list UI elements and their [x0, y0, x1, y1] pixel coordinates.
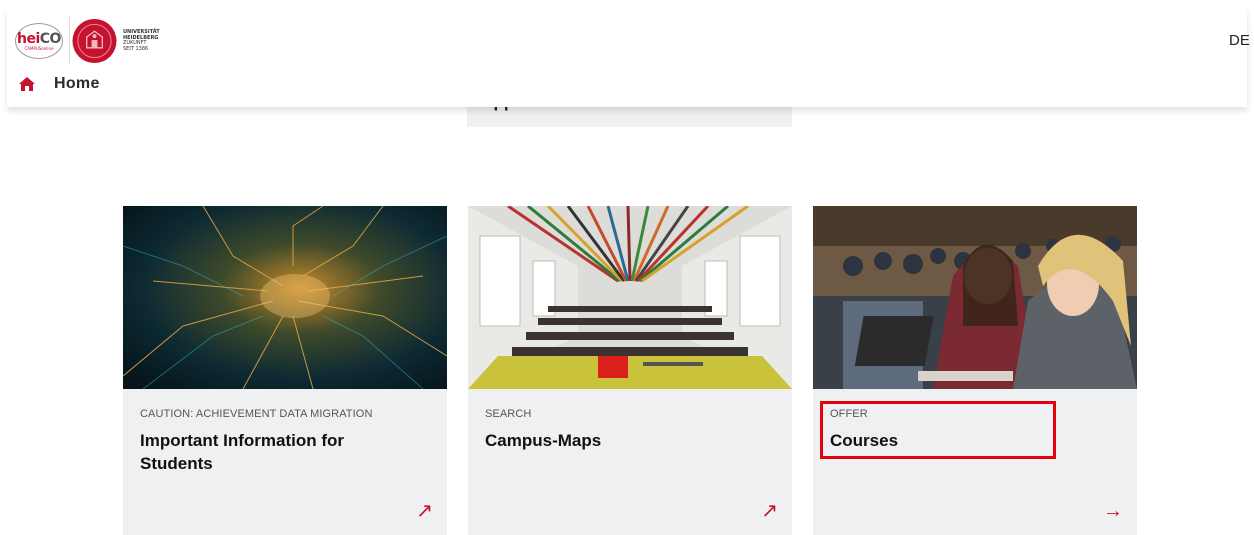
card-courses[interactable]: OFFER Courses → [813, 206, 1137, 535]
card-important-information[interactable]: CAUTION: ACHIEVEMENT DATA MIGRATION Impo… [123, 206, 447, 535]
card-title: Campus-Maps [485, 431, 602, 450]
university-seal [69, 17, 117, 65]
card-kicker: SEARCH [485, 408, 532, 420]
external-link-arrow-icon: ↗ [761, 500, 778, 522]
language-switch[interactable]: DE [1229, 32, 1250, 49]
logo-block[interactable]: heiCO CAMPUSonline UNIVERSITÄT HEIDELBER… [15, 16, 160, 66]
arrow-right-icon: → [1103, 500, 1123, 522]
circuit-board-image [123, 206, 447, 389]
highlight-box [820, 401, 1056, 459]
card-kicker: CAUTION: ACHIEVEMENT DATA MIGRATION [140, 408, 373, 420]
university-wordmark: UNIVERSITÄT HEIDELBERG ZUKUNFT SEIT 1386 [123, 29, 160, 52]
lecture-hall-image [468, 206, 792, 389]
heico-logo: heiCO CAMPUSonline [15, 23, 63, 59]
external-link-arrow-icon: ↗ [416, 500, 433, 522]
home-label: Home [54, 75, 100, 92]
card-campus-maps[interactable]: SEARCH Campus-Maps ↗ [468, 206, 792, 535]
university-seal-icon [72, 18, 117, 64]
breadcrumb-home[interactable]: Home [18, 75, 100, 93]
top-strip [0, 0, 1254, 8]
students-image [813, 206, 1137, 389]
site-header: heiCO CAMPUSonline UNIVERSITÄT HEIDELBER… [7, 8, 1250, 107]
card-title: Important Information for Students [140, 431, 344, 473]
home-icon [19, 77, 35, 91]
